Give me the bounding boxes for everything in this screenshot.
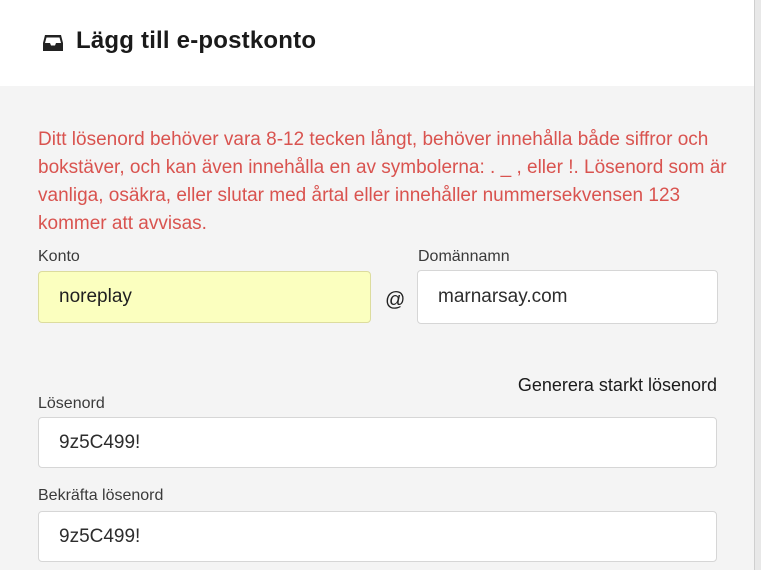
account-label: Konto <box>38 248 80 265</box>
password-label: Lösenord <box>38 395 105 412</box>
at-symbol: @ <box>385 289 406 311</box>
inbox-icon <box>42 33 64 53</box>
dialog-title: Lägg till e-postkonto <box>76 27 317 54</box>
dialog-header: Lägg till e-postkonto <box>0 0 754 86</box>
confirm-password-input[interactable] <box>38 511 717 562</box>
window-edge <box>754 0 761 570</box>
domain-input[interactable] <box>417 270 718 324</box>
add-email-account-dialog: Lägg till e-postkonto Ditt lösenord behö… <box>0 0 754 570</box>
domain-label: Domännamn <box>418 248 510 265</box>
password-requirements-warning: Ditt lösenord behöver vara 8-12 tecken l… <box>38 129 727 234</box>
password-input[interactable] <box>38 417 717 468</box>
account-input[interactable] <box>38 271 371 323</box>
generate-strong-password-link[interactable]: Generera starkt lösenord <box>518 375 717 396</box>
confirm-password-label: Bekräfta lösenord <box>38 487 164 504</box>
